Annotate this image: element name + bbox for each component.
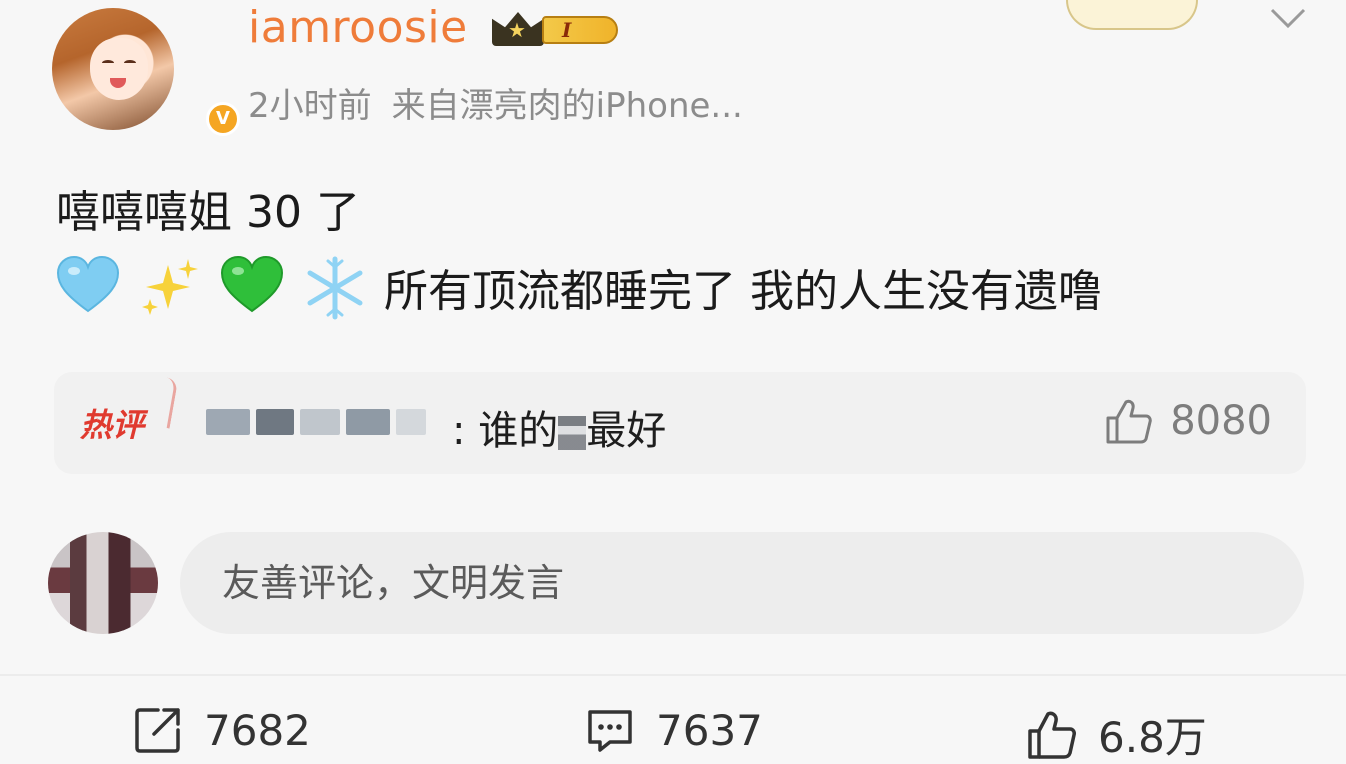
chevron-down-icon[interactable]	[1268, 2, 1308, 32]
hot-comment-like-count: 8080	[1170, 398, 1272, 444]
hot-comment-like-button[interactable]: 8080	[1104, 396, 1272, 446]
repost-button[interactable]: 7682	[132, 704, 311, 756]
level-label: I	[542, 16, 618, 44]
hot-comment-card[interactable]: 热评 : 谁的 最好 8080	[54, 372, 1306, 474]
blue-heart-icon	[56, 255, 124, 319]
post-text-line-2: 所有顶流都睡完了 我的人生没有遗噜	[56, 252, 1102, 322]
avatar-image	[52, 8, 174, 130]
redacted-character	[558, 416, 587, 450]
like-button[interactable]: 6.8万	[1026, 704, 1207, 764]
hot-comment-tag: 热评	[80, 406, 145, 444]
comment-bubble-icon	[588, 710, 632, 752]
thumbs-up-icon	[1028, 711, 1076, 759]
member-level-badge[interactable]: ★ I	[492, 10, 622, 48]
comment-input-wrapper[interactable]	[180, 532, 1304, 634]
comment-count: 7637	[656, 705, 763, 755]
thumbs-up-icon	[1106, 399, 1152, 444]
hot-comment-text-suffix: 最好	[586, 408, 667, 454]
post-meta: 2小时前 来自漂亮肉的iPhone...	[248, 78, 743, 127]
decoration-card-icon	[1066, 0, 1198, 30]
hot-comment-text: : 谁的 最好	[452, 398, 666, 456]
current-user-avatar[interactable]	[48, 532, 158, 634]
comment-input[interactable]	[180, 532, 1304, 634]
star-icon: ★	[508, 18, 526, 42]
green-heart-icon	[220, 255, 288, 319]
divider	[0, 674, 1346, 676]
repost-count: 7682	[204, 705, 311, 755]
sparkles-icon	[138, 255, 206, 319]
verified-badge-icon: V	[206, 102, 240, 136]
author-avatar[interactable]: V	[52, 8, 240, 136]
post-text-line-1: 嘻嘻嘻姐 30 了	[56, 187, 360, 238]
snowflake-icon	[302, 255, 370, 320]
post-time: 2小时前	[248, 86, 372, 126]
hot-comment-text-prefix: : 谁的	[452, 408, 559, 454]
tag-flourish-icon	[157, 377, 179, 429]
post-source[interactable]: 来自漂亮肉的iPhone...	[392, 86, 743, 126]
comment-button[interactable]: 7637	[584, 704, 763, 756]
author-username[interactable]: iamroosie	[248, 2, 468, 53]
weibo-post: V iamroosie ★ I 2小时前 来自漂亮肉的iPhone... 嘻嘻嘻姐…	[0, 0, 1346, 764]
like-count: 6.8万	[1098, 713, 1207, 762]
repost-icon	[135, 708, 180, 753]
post-text-line-2-text: 所有顶流都睡完了 我的人生没有遗噜	[384, 266, 1102, 317]
